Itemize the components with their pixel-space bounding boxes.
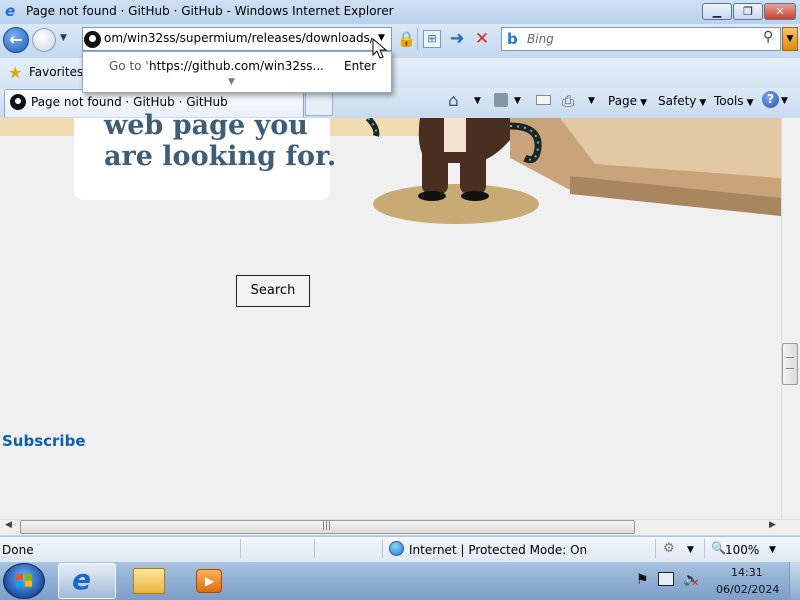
autocomplete-enter-hint: Enter [344,59,377,73]
address-input[interactable]: om/win32ss/supermium/releases/downloads/… [104,31,372,45]
star-icon[interactable]: ★ [8,63,22,82]
illustration-foot-left [418,191,446,201]
page-menu-label: Page [608,94,638,108]
mouse-cursor-icon [372,38,388,59]
maximize-button[interactable]: ❐ [733,3,763,20]
chevron-down-icon: ▼ [746,98,754,108]
github-icon [84,31,101,48]
illustration-tentacle-left [365,118,380,137]
help-dropdown[interactable]: ▼ [781,96,788,106]
illustration-torso [444,118,466,152]
tools-menu[interactable]: Tools ▼ [714,92,753,110]
zoom-dropdown[interactable]: ▼ [769,545,776,555]
mail-icon[interactable] [536,95,551,105]
safety-menu-label: Safety [658,94,697,108]
divider [314,539,315,558]
feeds-icon[interactable] [494,93,508,107]
addons-dropdown[interactable]: ▼ [687,545,694,555]
search-icon[interactable]: ⚲ [763,29,773,45]
favorites-button[interactable]: Favorites [29,65,83,79]
divider [655,539,656,558]
illustration-foot-right [461,191,489,201]
addons-icon[interactable]: ⚙ [663,541,675,556]
search-button[interactable]: Search [236,275,310,307]
start-icon [16,573,32,588]
safety-menu[interactable]: Safety ▼ [658,92,706,110]
mute-icon: ✕ [691,578,700,589]
clock-date[interactable]: 06/02/2024 [716,583,779,596]
explorer-icon[interactable] [133,568,165,594]
print-dropdown[interactable]: ▼ [588,96,595,106]
github-icon [10,94,26,110]
clock-time[interactable]: 14:31 [731,566,763,579]
stop-icon[interactable]: ✕ [472,28,492,50]
chevron-down-icon[interactable]: ▼ [228,77,235,87]
octocat-illustration [365,118,781,224]
divider [704,539,705,558]
globe-icon [389,541,404,556]
illustration-leg-left [422,146,448,194]
help-icon[interactable]: ? [762,91,779,108]
illustration-leg-right [460,148,486,194]
recent-pages-dropdown[interactable]: ▼ [60,33,67,43]
taskbar [0,561,800,600]
search-placeholder: Bing [527,32,554,46]
print-icon[interactable]: ⎙ [562,92,574,110]
feeds-dropdown[interactable]: ▼ [514,96,521,106]
tab-title[interactable]: Page not found · GitHub · GitHub [31,95,228,109]
chevron-down-icon: ▼ [640,98,647,108]
network-icon[interactable] [658,572,674,586]
new-tab-button[interactable] [305,91,333,116]
autocomplete-suggestion[interactable]: https://github.com/win32ss... [149,59,324,73]
security-zone[interactable]: Internet | Protected Mode: On [409,543,587,557]
home-icon[interactable]: ⌂ [448,91,459,111]
compatibility-icon[interactable]: ⊞ [423,30,441,48]
flag-icon[interactable]: ⚑ [636,572,649,588]
bing-icon: b [507,30,518,48]
search-options-dropdown[interactable]: ▼ [782,27,798,51]
ie-icon: e [5,2,16,20]
divider [240,539,241,558]
grip-icon [786,357,794,369]
grip-icon: ||| [322,521,332,531]
scroll-left-icon[interactable]: ◀ [5,520,12,530]
error-message-line1: web page you [104,110,308,141]
autocomplete-goto-label: Go to ' [109,59,149,73]
illustration-shadow [373,184,539,224]
status-text: Done [2,543,34,557]
subscribe-link[interactable]: Subscribe [2,432,86,450]
tools-menu-label: Tools [714,94,744,108]
window-title: Page not found · GitHub · GitHub - Windo… [26,4,394,18]
zoom-icon[interactable]: 🔍 [711,541,726,555]
play-icon: ▶ [205,574,215,588]
divider [382,539,383,558]
forward-icon[interactable] [32,28,56,52]
home-dropdown[interactable]: ▼ [474,96,481,106]
ie-icon: e [72,563,91,596]
chevron-down-icon: ▼ [699,98,707,108]
go-icon[interactable]: ➜ [446,28,468,50]
lock-icon[interactable]: 🔒 [397,30,416,48]
close-button[interactable]: ✕ [764,3,796,20]
divider [417,28,418,50]
page-menu[interactable]: Page ▼ [608,92,647,110]
minimize-button[interactable]: ▁ [702,3,732,20]
zoom-level[interactable]: 100% [725,543,759,557]
scroll-right-icon[interactable]: ▶ [769,520,776,530]
back-icon[interactable]: ← [3,27,29,53]
show-desktop-button[interactable] [789,562,800,600]
vertical-scrollbar[interactable] [781,118,800,519]
error-message-line2: are looking for. [104,141,337,172]
